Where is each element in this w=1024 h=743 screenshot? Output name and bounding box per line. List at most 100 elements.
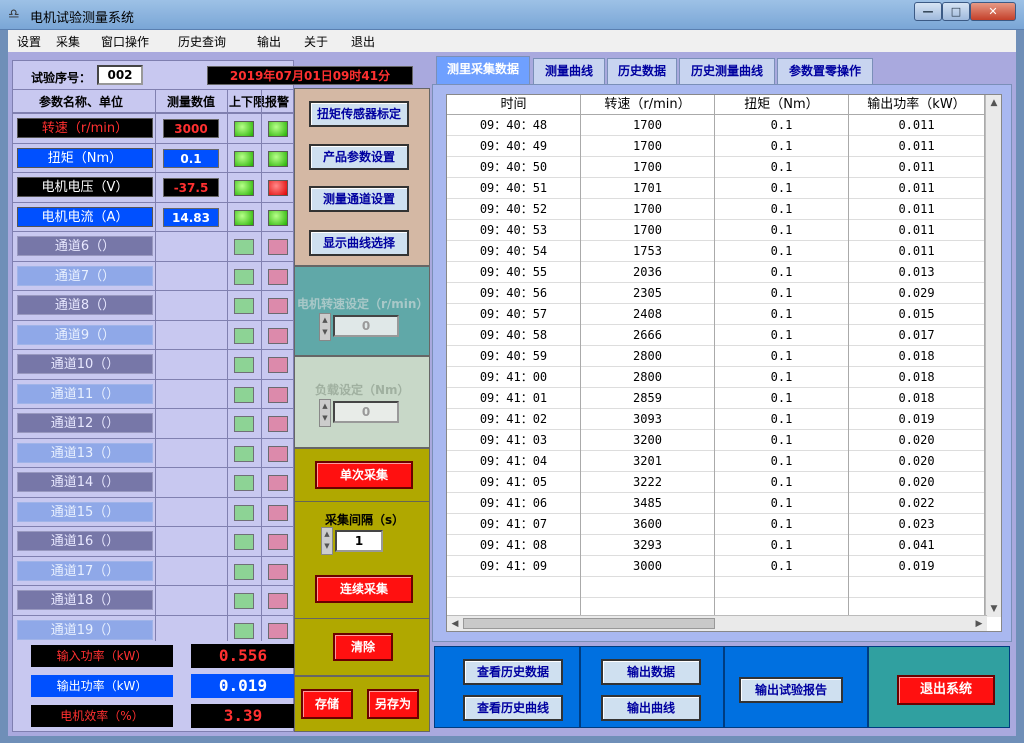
exit-system-button[interactable]: 退出系统	[897, 675, 995, 705]
upper-limit-led-icon	[234, 268, 254, 285]
scroll-down-icon[interactable]: ▼	[986, 601, 1002, 617]
torque-sensor-calibration-button[interactable]: 扭矩传感器标定	[309, 101, 409, 127]
table-row[interactable]: 09：40：52 1700 0.1 0.011	[447, 199, 987, 220]
upper-limit-led-icon	[234, 416, 254, 432]
tab-history-data[interactable]: 历史数据	[607, 58, 677, 84]
save-as-button[interactable]: 另存为	[367, 689, 419, 719]
upper-limit-led-icon	[234, 327, 254, 344]
table-row[interactable]: 09：41：02 3093 0.1 0.019	[447, 409, 987, 430]
clear-button[interactable]: 清除	[333, 633, 393, 661]
export-curve-button[interactable]: 输出曲线	[601, 695, 701, 721]
view-history-data-button[interactable]: 查看历史数据	[463, 659, 563, 685]
table-cell: 0.029	[849, 283, 985, 304]
grid-column-header[interactable]: 转速（r/min）	[581, 95, 715, 115]
vertical-scrollbar[interactable]: ▲ ▼	[985, 95, 1001, 617]
table-row[interactable]: 09：40：54 1753 0.1 0.011	[447, 241, 987, 262]
table-row[interactable]: 09：41：06 3485 0.1 0.022	[447, 493, 987, 514]
save-button[interactable]: 存储	[301, 689, 353, 719]
table-cell: 3093	[581, 409, 715, 430]
product-params-button[interactable]: 产品参数设置	[309, 144, 409, 170]
grid-column-header[interactable]: 扭矩（Nm）	[715, 95, 849, 115]
lower-limit-led-icon	[268, 180, 288, 196]
table-cell: 0.1	[715, 283, 849, 304]
export-data-button[interactable]: 输出数据	[601, 659, 701, 685]
speed-setting-field[interactable]: 0	[333, 315, 399, 337]
table-cell: 2036	[581, 262, 715, 283]
table-cell: 0.1	[715, 346, 849, 367]
table-row[interactable]: 09：41：03 3200 0.1 0.020	[447, 430, 987, 451]
tab-history-curve[interactable]: 历史测量曲线	[679, 58, 775, 84]
table-row[interactable]: 09：40：56 2305 0.1 0.029	[447, 283, 987, 304]
table-row[interactable]: 09：40：57 2408 0.1 0.015	[447, 304, 987, 325]
interval-spinner[interactable]: ▲ ▼	[321, 527, 333, 555]
menu-output[interactable]: 输出	[257, 33, 281, 50]
table-cell: 3485	[581, 493, 715, 514]
table-cell: 0.022	[849, 493, 985, 514]
table-cell: 0.1	[715, 115, 849, 136]
load-setting-field[interactable]: 0	[333, 401, 399, 423]
table-cell: 0.1	[715, 451, 849, 472]
view-history-curve-button[interactable]: 查看历史曲线	[463, 695, 563, 721]
upper-limit-led-icon	[234, 593, 254, 609]
scroll-up-icon[interactable]: ▲	[986, 95, 1002, 111]
load-spinner[interactable]: ▲ ▼	[319, 399, 331, 427]
table-row[interactable]: 09：41：00 2800 0.1 0.018	[447, 367, 987, 388]
table-cell: 09：41：03	[447, 430, 581, 451]
table-row[interactable]: 09：41：08 3293 0.1 0.041	[447, 535, 987, 556]
table-row[interactable]: 09：41：09 3000 0.1 0.019	[447, 556, 987, 577]
power-value: 3.39	[191, 704, 295, 728]
table-row[interactable]: 09：41：01 2859 0.1 0.018	[447, 388, 987, 409]
close-button[interactable]: ✕	[970, 2, 1016, 21]
table-row[interactable]: 09：41：05 3222 0.1 0.020	[447, 472, 987, 493]
table-row[interactable]: 09：40：51 1701 0.1 0.011	[447, 178, 987, 199]
table-cell: 0.020	[849, 430, 985, 451]
scroll-left-icon[interactable]: ◀	[447, 616, 463, 632]
channel-value: -37.5	[163, 178, 219, 197]
table-cell: 3200	[581, 430, 715, 451]
table-row[interactable]: 09：40：59 2800 0.1 0.018	[447, 346, 987, 367]
speed-spinner[interactable]: ▲ ▼	[319, 313, 331, 341]
data-grid[interactable]: 时间 转速（r/min） 扭矩（Nm） 输出功率（kW） 09：40：48 1700 0.…	[446, 94, 1002, 632]
menu-acquire[interactable]: 采集	[56, 33, 80, 50]
table-row[interactable]: 09：40：48 1700 0.1 0.011	[447, 115, 987, 136]
table-cell: 0.1	[715, 199, 849, 220]
table-cell: 0.023	[849, 514, 985, 535]
curve-select-button[interactable]: 显示曲线选择	[309, 230, 409, 256]
table-row[interactable]: 09：40：53 1700 0.1 0.011	[447, 220, 987, 241]
upper-limit-led-icon	[234, 121, 254, 137]
lower-limit-led-icon	[268, 298, 288, 314]
tab-acquisition-data[interactable]: 测里采集数据	[436, 56, 530, 84]
table-row[interactable]: 09：40：49 1700 0.1 0.011	[447, 136, 987, 157]
menu-window[interactable]: 窗口操作	[101, 33, 149, 50]
table-row[interactable]: 09：40：55 2036 0.1 0.013	[447, 262, 987, 283]
continuous-acquisition-button[interactable]: 连续采集	[315, 575, 413, 603]
grid-column-header[interactable]: 时间	[447, 95, 581, 115]
table-cell: 0.1	[715, 388, 849, 409]
export-report-button[interactable]: 输出试验报告	[739, 677, 843, 703]
scroll-right-icon[interactable]: ▶	[971, 616, 987, 632]
table-row[interactable]: 09：41：04 3201 0.1 0.020	[447, 451, 987, 472]
channel-name: 通道9（）	[17, 324, 153, 345]
interval-field[interactable]: 1	[335, 530, 383, 552]
acquisition-section: 单次采集 采集间隔（s） ▲ ▼ 1 连续采集	[294, 448, 430, 624]
table-cell: 0.1	[715, 430, 849, 451]
table-row[interactable]: 09：40：50 1700 0.1 0.011	[447, 157, 987, 178]
tab-zero-params[interactable]: 参数置零操作	[777, 58, 873, 84]
menu-settings[interactable]: 设置	[17, 33, 41, 50]
table-cell: 0.011	[849, 241, 985, 262]
table-row[interactable]: 09：40：58 2666 0.1 0.017	[447, 325, 987, 346]
horizontal-scrollbar[interactable]: ◀ ▶	[447, 615, 987, 631]
single-acquisition-button[interactable]: 单次采集	[315, 461, 413, 489]
table-row[interactable]: 09：41：07 3600 0.1 0.023	[447, 514, 987, 535]
grid-column-header[interactable]: 输出功率（kW）	[849, 95, 985, 115]
channel-setup-button[interactable]: 测量通道设置	[309, 186, 409, 212]
menu-history[interactable]: 历史查询	[178, 33, 226, 50]
minimize-button[interactable]: —	[914, 2, 942, 21]
horizontal-scroll-thumb[interactable]	[463, 618, 715, 629]
maximize-button[interactable]: □	[942, 2, 970, 21]
menu-exit[interactable]: 退出	[351, 33, 375, 50]
test-number-field[interactable]: 002	[97, 65, 143, 85]
menu-about[interactable]: 关于	[304, 33, 328, 50]
tab-measure-curve[interactable]: 测量曲线	[533, 58, 605, 84]
setup-section: 扭矩传感器标定 产品参数设置 测量通道设置 显示曲线选择	[294, 88, 430, 266]
